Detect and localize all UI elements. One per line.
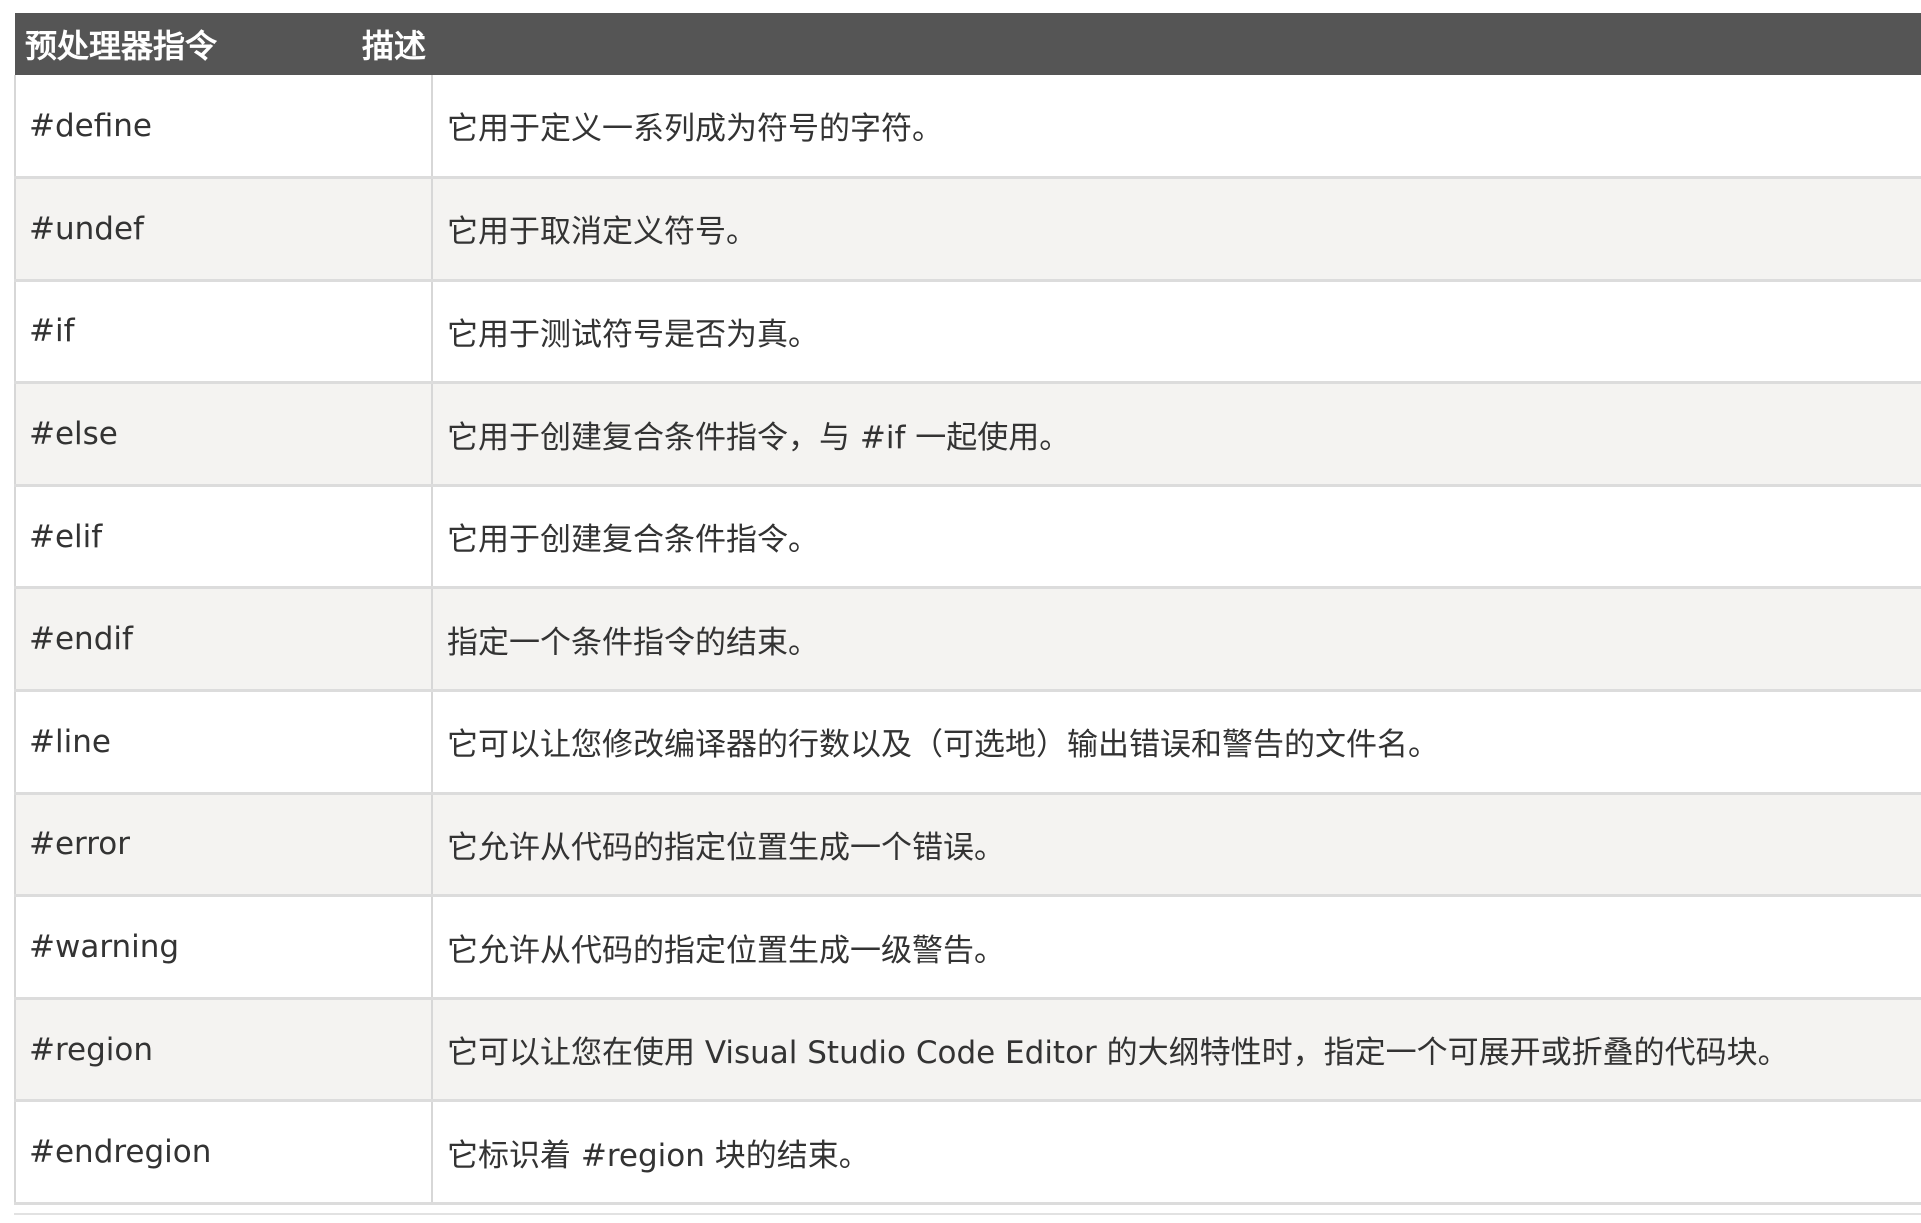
directive-cell: #define <box>14 75 433 180</box>
directive-cell: #error <box>14 793 433 898</box>
table-row: #region 它可以让您在使用 Visual Studio Code Edit… <box>14 998 1921 1103</box>
directive-cell: #if <box>14 280 433 385</box>
directive-cell: #warning <box>14 895 433 1000</box>
table-row: #warning 它允许从代码的指定位置生成一级警告。 <box>14 895 1921 1000</box>
description-cell: 它可以让您在使用 Visual Studio Code Editor 的大纲特性… <box>432 998 1921 1103</box>
directive-cell: #line <box>14 690 433 795</box>
bottom-divider <box>14 1213 1921 1215</box>
description-cell: 它用于取消定义符号。 <box>432 177 1921 282</box>
table-body: #define 它用于定义一系列成为符号的字符。 #undef 它用于取消定义符… <box>14 75 1921 1206</box>
preprocessor-directives-table: 预处理器指令 描述 #define 它用于定义一系列成为符号的字符。 #undef… <box>14 13 1921 1206</box>
directive-cell: #endif <box>14 587 433 693</box>
directive-cell: #region <box>14 998 433 1103</box>
table-row: #elif 它用于创建复合条件指令。 <box>14 485 1921 590</box>
table-row: #line 它可以让您修改编译器的行数以及（可选地）输出错误和警告的文件名。 <box>14 690 1921 795</box>
description-cell: 它用于测试符号是否为真。 <box>432 280 1921 385</box>
description-cell: 它允许从代码的指定位置生成一级警告。 <box>432 895 1921 1000</box>
description-cell: 指定一个条件指令的结束。 <box>432 587 1921 693</box>
description-cell: 它标识着 #region 块的结束。 <box>432 1100 1921 1206</box>
directive-cell: #undef <box>14 177 433 282</box>
description-cell: 它可以让您修改编译器的行数以及（可选地）输出错误和警告的文件名。 <box>432 690 1921 795</box>
directive-cell: #endregion <box>14 1100 433 1206</box>
directive-cell: #else <box>14 382 433 487</box>
table-header-row: 预处理器指令 描述 <box>15 13 1921 75</box>
description-cell: 它用于创建复合条件指令。 <box>432 485 1921 590</box>
directive-cell: #elif <box>14 485 433 590</box>
table-header: 预处理器指令 描述 <box>15 13 1921 75</box>
description-cell: 它用于定义一系列成为符号的字符。 <box>432 75 1921 180</box>
table-row: #else 它用于创建复合条件指令，与 #if 一起使用。 <box>14 382 1921 487</box>
directives-table-wrapper: 预处理器指令 描述 #define 它用于定义一系列成为符号的字符。 #undef… <box>14 13 1921 1206</box>
table-row: #endif 指定一个条件指令的结束。 <box>14 587 1921 693</box>
table-row: #define 它用于定义一系列成为符号的字符。 <box>14 75 1921 180</box>
header-description: 描述 <box>362 27 427 65</box>
table-row: #endregion 它标识着 #region 块的结束。 <box>14 1100 1921 1206</box>
table-row: #if 它用于测试符号是否为真。 <box>14 280 1921 385</box>
description-cell: 它用于创建复合条件指令，与 #if 一起使用。 <box>432 382 1921 487</box>
table-header-cells: 预处理器指令 描述 <box>15 13 1921 75</box>
table-row: #undef 它用于取消定义符号。 <box>14 177 1921 282</box>
table-row: #error 它允许从代码的指定位置生成一个错误。 <box>14 793 1921 898</box>
header-directive: 预处理器指令 <box>25 27 218 65</box>
description-cell: 它允许从代码的指定位置生成一个错误。 <box>432 793 1921 898</box>
